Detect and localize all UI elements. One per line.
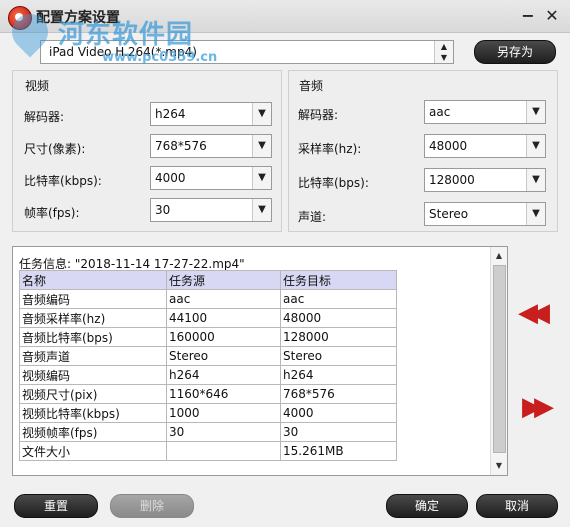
audio-samplerate-value: 48000 bbox=[429, 139, 468, 153]
save-as-button[interactable]: 另存为 bbox=[474, 40, 556, 64]
table-row: 视频比特率(kbps) 1000 4000 bbox=[19, 403, 397, 423]
scroll-thumb[interactable] bbox=[493, 265, 506, 453]
video-framerate-label: 帧率(fps): bbox=[24, 206, 80, 220]
video-encoder-select[interactable]: h264 ▼ bbox=[150, 102, 272, 126]
delete-button[interactable]: 删除 bbox=[110, 494, 194, 518]
audio-samplerate-select[interactable]: 48000 ▼ bbox=[424, 134, 546, 158]
watermark-site: 河东软件园 bbox=[58, 20, 194, 50]
scroll-down-icon[interactable]: ▼ bbox=[491, 459, 507, 473]
table-cell: h264 bbox=[280, 365, 397, 385]
column-header-name: 名称 bbox=[19, 270, 167, 290]
video-size-value: 768*576 bbox=[155, 139, 207, 153]
table-header-row: 名称 任务源 任务目标 bbox=[19, 270, 397, 290]
audio-encoder-label: 解码器: bbox=[298, 108, 339, 122]
chevron-down-icon: ▼ bbox=[526, 135, 545, 157]
table-cell: Stereo bbox=[166, 346, 281, 366]
ok-button[interactable]: 确定 bbox=[386, 494, 468, 518]
reset-button[interactable]: 重置 bbox=[14, 494, 98, 518]
chevron-down-icon: ▼ bbox=[526, 169, 545, 191]
table-row: 文件大小 15.261MB bbox=[19, 441, 397, 461]
table-cell: aac bbox=[280, 289, 397, 309]
table-row: 音频编码 aac aac bbox=[19, 289, 397, 309]
table-cell: 48000 bbox=[280, 308, 397, 328]
chevron-down-icon: ▼ bbox=[526, 203, 545, 225]
scroll-up-icon[interactable]: ▲ bbox=[491, 249, 507, 263]
column-header-source: 任务源 bbox=[166, 270, 281, 290]
watermark-url: www.pc0359.cn bbox=[102, 50, 218, 65]
table-cell: 15.261MB bbox=[280, 441, 397, 461]
table-cell: 视频帧率(fps) bbox=[19, 422, 167, 442]
chevron-down-icon: ▼ bbox=[252, 199, 271, 221]
video-framerate-value: 30 bbox=[155, 203, 171, 217]
minimize-button[interactable]: − bbox=[518, 6, 538, 26]
table-cell: 视频比特率(kbps) bbox=[19, 403, 167, 423]
chevron-down-icon: ▼ bbox=[252, 135, 271, 157]
audio-bitrate-label: 比特率(bps): bbox=[298, 176, 369, 190]
table-cell: 128000 bbox=[280, 327, 397, 347]
table-cell: 视频编码 bbox=[19, 365, 167, 385]
task-info-panel[interactable]: 任务信息: "2018-11-14 17-27-22.mp4" 名称 任务源 任… bbox=[12, 246, 508, 476]
audio-samplerate-label: 采样率(hz): bbox=[298, 142, 362, 156]
video-encoder-label: 解码器: bbox=[24, 110, 65, 124]
video-group-title: 视频 bbox=[25, 79, 50, 93]
table-row: 视频编码 h264 h264 bbox=[19, 365, 397, 385]
next-double-arrow-icon[interactable]: ▶▶ bbox=[522, 392, 554, 422]
audio-bitrate-select[interactable]: 128000 ▼ bbox=[424, 168, 546, 192]
table-cell: 30 bbox=[280, 422, 397, 442]
table-cell: 160000 bbox=[166, 327, 281, 347]
close-button[interactable]: ✕ bbox=[542, 6, 562, 26]
video-framerate-select[interactable]: 30 ▼ bbox=[150, 198, 272, 222]
table-cell bbox=[166, 441, 281, 461]
table-cell: 视频尺寸(pix) bbox=[19, 384, 167, 404]
video-bitrate-label: 比特率(kbps): bbox=[24, 174, 102, 188]
table-cell: 4000 bbox=[280, 403, 397, 423]
video-encoder-value: h264 bbox=[155, 107, 186, 121]
video-size-select[interactable]: 768*576 ▼ bbox=[150, 134, 272, 158]
audio-channel-label: 声道: bbox=[298, 210, 327, 224]
cancel-button[interactable]: 取消 bbox=[476, 494, 558, 518]
audio-bitrate-value: 128000 bbox=[429, 173, 475, 187]
table-row: 音频比特率(bps) 160000 128000 bbox=[19, 327, 397, 347]
task-table: 名称 任务源 任务目标 音频编码 aac aac 音频采样率(hz) 44100 480… bbox=[19, 270, 397, 461]
table-row: 音频采样率(hz) 44100 48000 bbox=[19, 308, 397, 328]
audio-channel-value: Stereo bbox=[429, 207, 469, 221]
table-cell: 30 bbox=[166, 422, 281, 442]
table-cell: 文件大小 bbox=[19, 441, 167, 461]
audio-encoder-value: aac bbox=[429, 105, 451, 119]
updown-icon: ▲ ▼ bbox=[434, 41, 453, 63]
chevron-down-icon: ▼ bbox=[252, 103, 271, 125]
table-cell: h264 bbox=[166, 365, 281, 385]
table-cell: 768*576 bbox=[280, 384, 397, 404]
table-row: 音频声道 Stereo Stereo bbox=[19, 346, 397, 366]
table-row: 视频帧率(fps) 30 30 bbox=[19, 422, 397, 442]
table-cell: 音频编码 bbox=[19, 289, 167, 309]
previous-double-arrow-icon[interactable]: ◀◀ bbox=[518, 298, 550, 328]
video-size-label: 尺寸(像素): bbox=[24, 142, 86, 156]
table-cell: 1000 bbox=[166, 403, 281, 423]
table-cell: 音频比特率(bps) bbox=[19, 327, 167, 347]
table-cell: 音频采样率(hz) bbox=[19, 308, 167, 328]
audio-channel-select[interactable]: Stereo ▼ bbox=[424, 202, 546, 226]
table-cell: aac bbox=[166, 289, 281, 309]
video-bitrate-select[interactable]: 4000 ▼ bbox=[150, 166, 272, 190]
table-cell: 音频声道 bbox=[19, 346, 167, 366]
audio-group-title: 音频 bbox=[299, 79, 324, 93]
table-cell: 44100 bbox=[166, 308, 281, 328]
video-bitrate-value: 4000 bbox=[155, 171, 186, 185]
vertical-scrollbar[interactable]: ▲ ▼ bbox=[490, 247, 507, 475]
audio-encoder-select[interactable]: aac ▼ bbox=[424, 100, 546, 124]
table-cell: Stereo bbox=[280, 346, 397, 366]
chevron-down-icon: ▼ bbox=[252, 167, 271, 189]
table-cell: 1160*646 bbox=[166, 384, 281, 404]
chevron-down-icon: ▼ bbox=[526, 101, 545, 123]
column-header-target: 任务目标 bbox=[280, 270, 397, 290]
table-row: 视频尺寸(pix) 1160*646 768*576 bbox=[19, 384, 397, 404]
